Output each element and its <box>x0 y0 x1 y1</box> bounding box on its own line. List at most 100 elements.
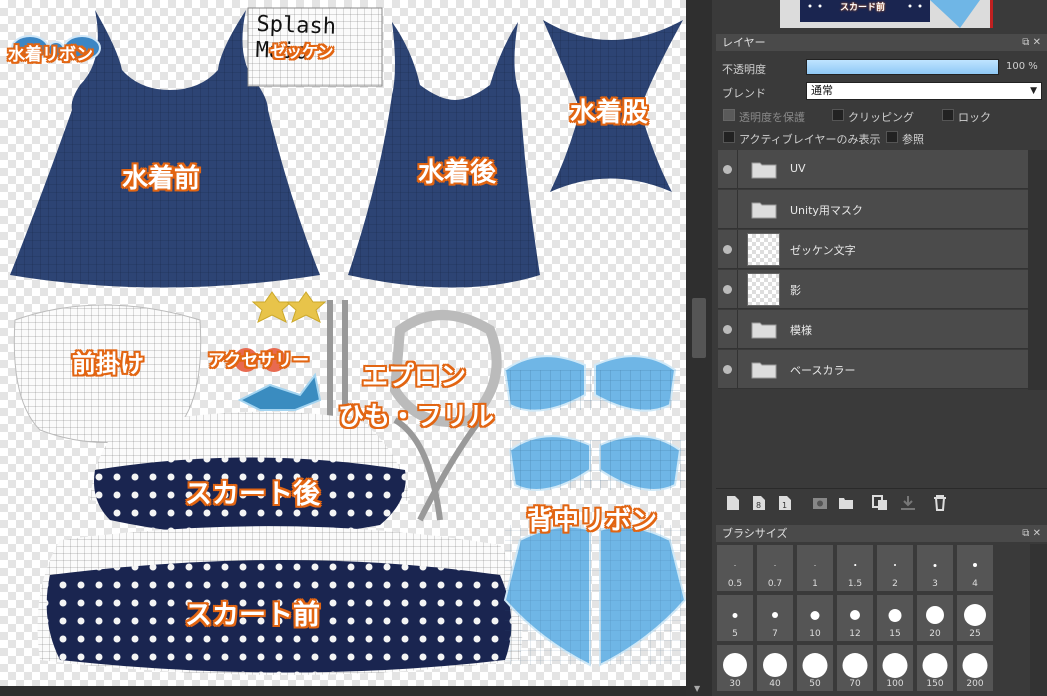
layer-thumbnail <box>747 233 780 266</box>
brush-preview-dot <box>882 652 908 678</box>
visibility-eye-icon[interactable] <box>723 165 732 174</box>
brush-size-2[interactable]: 2 <box>876 544 914 592</box>
label-swim-crotch: 水着股 <box>570 98 649 128</box>
canvas-vscrollbar[interactable]: ▼ <box>686 0 712 696</box>
duplicate-layer-icon[interactable] <box>872 495 888 511</box>
layer-row-unity-mask[interactable]: Unity用マスク <box>718 190 1028 229</box>
brush-size-1[interactable]: 1 <box>796 544 834 592</box>
layer-row-shadow[interactable]: 影 <box>718 270 1028 309</box>
brush-preview-dot <box>734 564 736 566</box>
brush-preview-dot <box>723 653 747 677</box>
opacity-label: 不透明度 <box>722 63 766 76</box>
brush-size-7[interactable]: 7 <box>756 594 794 642</box>
brush-size-label: 1 <box>812 579 818 589</box>
brush-size-70[interactable]: 70 <box>836 644 874 692</box>
label-swim-front: 水着前 <box>122 164 201 194</box>
brush-size-0.7[interactable]: 0.7 <box>756 544 794 592</box>
protect-alpha-label: 透明度を保護 <box>739 111 805 124</box>
vscroll-thumb[interactable] <box>692 298 706 358</box>
layer-name: ベースカラー <box>790 364 856 377</box>
brush-preview-dot <box>732 612 738 618</box>
folder-icon <box>751 202 777 219</box>
brush-size-0.5[interactable]: 0.5 <box>716 544 754 592</box>
folder-icon <box>751 162 777 179</box>
visibility-eye-icon[interactable] <box>723 325 732 334</box>
visibility-eye-icon[interactable] <box>723 365 732 374</box>
brush-size-label: 30 <box>729 679 741 689</box>
brush-size-30[interactable]: 30 <box>716 644 754 692</box>
layer-name: UV <box>790 162 806 175</box>
reference-label: 参照 <box>902 133 924 146</box>
visibility-eye-icon[interactable] <box>723 245 732 254</box>
layer-row-uv[interactable]: UV <box>718 150 1028 189</box>
brush-size-100[interactable]: 100 <box>876 644 914 692</box>
layer-row-zekken-text[interactable]: ゼッケン文字 <box>718 230 1028 269</box>
brush-preview-dot <box>802 652 828 678</box>
brush-size-150[interactable]: 150 <box>916 644 954 692</box>
brush-size-label: 1.5 <box>847 579 863 589</box>
lock-checkbox[interactable] <box>942 109 954 121</box>
new-1bit-layer-icon[interactable]: 1 <box>778 495 792 511</box>
folder-icon <box>751 362 777 379</box>
brush-size-5[interactable]: 5 <box>716 594 754 642</box>
layer-name: Unity用マスク <box>790 204 863 217</box>
label-back-ribbon: 背中リボン <box>527 506 658 536</box>
layer-name: 影 <box>790 284 801 297</box>
brush-size-label: 0.5 <box>727 579 743 589</box>
merge-down-icon[interactable] <box>900 495 916 511</box>
brush-size-10[interactable]: 10 <box>796 594 834 642</box>
brush-size-200[interactable]: 200 <box>956 644 994 692</box>
layer-thumbnail <box>747 273 780 306</box>
brush-size-4[interactable]: 4 <box>956 544 994 592</box>
folder-icon <box>751 322 777 339</box>
opacity-slider[interactable] <box>806 59 999 75</box>
brush-preview-dot <box>850 610 860 620</box>
brush-preview-dot <box>763 653 787 677</box>
brush-size-20[interactable]: 20 <box>916 594 954 642</box>
layer-row-base-color[interactable]: ベースカラー <box>718 350 1028 389</box>
layer-name: ゼッケン文字 <box>790 244 856 257</box>
layer-list: UV Unity用マスク ゼッケン文字 影 模様 ベースカラー <box>718 150 1028 390</box>
delete-layer-icon[interactable] <box>932 495 948 511</box>
brush-size-label: 15 <box>889 629 901 639</box>
brush-size-15[interactable]: 15 <box>876 594 914 642</box>
layer-list-scrollbar[interactable] <box>1028 150 1047 390</box>
brush-size-label: 3 <box>932 579 938 589</box>
lock-label: ロック <box>958 111 991 124</box>
brush-size-1.5[interactable]: 1.5 <box>836 544 874 592</box>
blend-mode-select[interactable]: 通常 ▼ <box>806 82 1042 100</box>
new-raster-layer-icon[interactable]: 8 <box>752 495 766 511</box>
brush-size-label: 10 <box>809 629 821 639</box>
brush-grid-scrollbar[interactable] <box>1030 544 1047 696</box>
layer-panel-title: レイヤー <box>722 36 766 49</box>
paint-canvas[interactable]: Splash Maid 水着リボン ゼッケン 水着前 水着後 水着股 前掛け ア… <box>0 0 686 686</box>
svg-text:8: 8 <box>756 501 761 510</box>
canvas-hscrollbar[interactable] <box>0 686 686 696</box>
scroll-down-icon[interactable]: ▼ <box>694 684 700 693</box>
protect-alpha-checkbox[interactable] <box>723 109 735 121</box>
brush-size-25[interactable]: 25 <box>956 594 994 642</box>
new-layer-icon[interactable] <box>726 495 740 511</box>
panel-float-close-icon[interactable]: ⧉ ✕ <box>1022 34 1041 51</box>
brush-panel-title: ブラシサイズ <box>722 527 788 540</box>
active-only-checkbox[interactable] <box>723 131 735 143</box>
clipping-checkbox[interactable] <box>832 109 844 121</box>
brush-size-40[interactable]: 40 <box>756 644 794 692</box>
label-zekken: ゼッケン <box>270 42 334 61</box>
panel-float-close-icon[interactable]: ⧉ ✕ <box>1022 525 1041 542</box>
mask-icon[interactable] <box>812 495 828 511</box>
brush-size-label: 25 <box>969 629 981 639</box>
brush-size-3[interactable]: 3 <box>916 544 954 592</box>
brush-size-50[interactable]: 50 <box>796 644 834 692</box>
navigator-preview[interactable]: スカード前 <box>780 0 993 28</box>
brush-size-12[interactable]: 12 <box>836 594 874 642</box>
layer-row-pattern[interactable]: 模様 <box>718 310 1028 349</box>
visibility-eye-icon[interactable] <box>723 285 732 294</box>
brush-size-label: 20 <box>929 629 941 639</box>
brush-preview-dot <box>810 610 820 620</box>
label-ribbon: 水着リボン <box>8 45 93 65</box>
new-folder-icon[interactable] <box>838 495 854 511</box>
label-swim-back: 水着後 <box>418 158 497 188</box>
reference-checkbox[interactable] <box>886 131 898 143</box>
label-apron-string-2: ひも・フリル <box>338 402 495 432</box>
